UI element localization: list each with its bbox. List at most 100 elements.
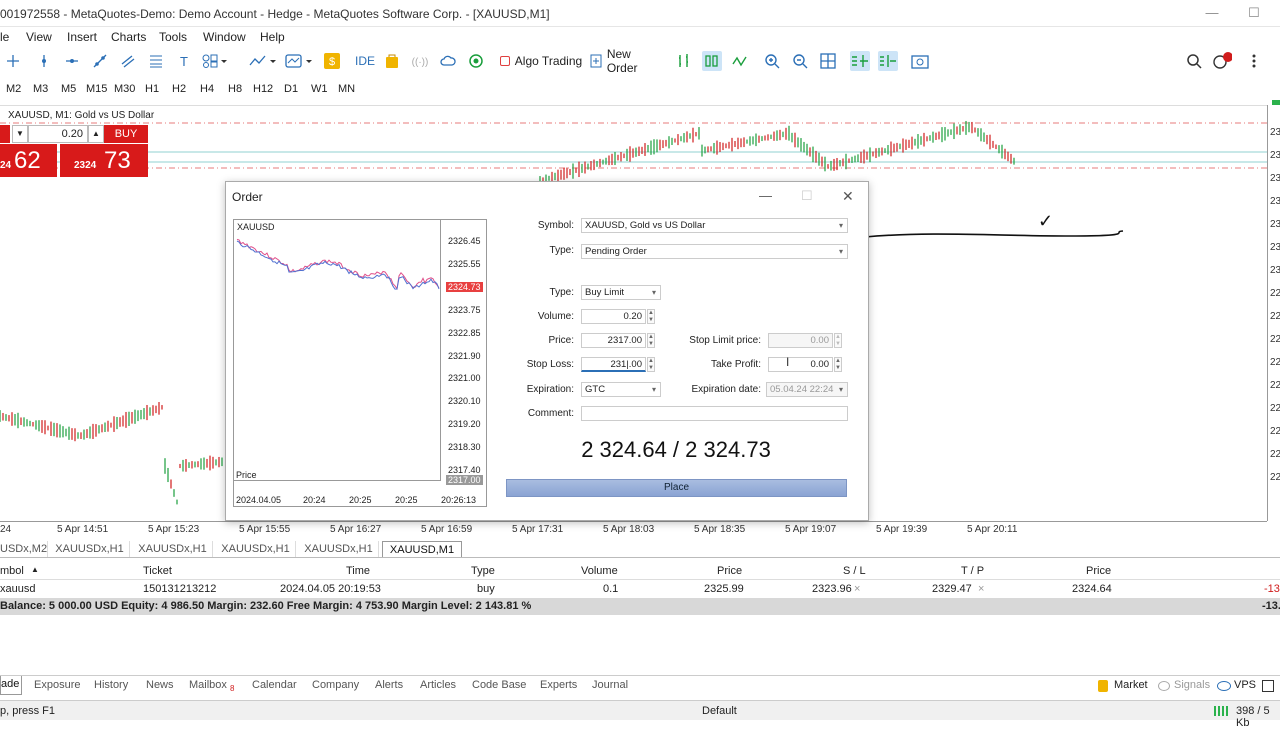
volume-input[interactable]: 0.20	[581, 309, 646, 324]
menu-window[interactable]: Window	[203, 30, 246, 44]
menu-charts[interactable]: Charts	[111, 30, 146, 44]
chart-tab-active[interactable]: XAUUSD,M1	[382, 541, 462, 557]
trendline-icon[interactable]	[90, 51, 110, 71]
timeframe-h2[interactable]: H2	[172, 83, 186, 95]
trade-row[interactable]: xauusd 150131213212 2024.04.05 20:19:53 …	[0, 580, 1280, 598]
timeframe-h1[interactable]: H1	[145, 83, 159, 95]
stop-limit-spinner[interactable]: ▲ ▼	[834, 333, 842, 348]
price-spinner[interactable]: ▲ ▼	[647, 333, 655, 348]
take-profit-input[interactable]: 0.00	[768, 357, 833, 372]
timeframe-w1[interactable]: W1	[311, 83, 328, 95]
tab-alerts[interactable]: Alerts	[375, 679, 403, 691]
sell-price-box[interactable]: 24 62	[0, 144, 57, 177]
menu-help[interactable]: Help	[260, 30, 285, 44]
price-input[interactable]: 2317.00	[581, 333, 646, 348]
signal-icon[interactable]: ((·))	[410, 51, 430, 71]
buy-price-box[interactable]: 2324 73	[60, 144, 148, 177]
minimize-button[interactable]: —	[1204, 5, 1220, 21]
remove-sl-icon[interactable]: ×	[854, 583, 860, 595]
auto-scroll-icon[interactable]	[850, 51, 870, 71]
chart-tab[interactable]: XAUUSDx,H1	[50, 541, 130, 557]
stop-loss-spinner[interactable]: ▲ ▼	[647, 357, 655, 372]
notifications-icon[interactable]	[1212, 51, 1232, 71]
header-ticket[interactable]: Ticket	[143, 565, 172, 577]
line-chart-icon[interactable]	[730, 51, 750, 71]
dialog-close-button[interactable]: ✕	[842, 188, 854, 205]
shapes-icon[interactable]	[200, 51, 230, 71]
tab-trade-active[interactable]: ade	[0, 676, 22, 695]
dialog-minimize-button[interactable]: —	[759, 188, 772, 203]
buy-button[interactable]: BUY	[104, 125, 148, 143]
header-sl[interactable]: S / L	[843, 565, 866, 577]
comment-input[interactable]	[581, 406, 848, 421]
stop-loss-input[interactable]: 231|.00	[581, 357, 646, 372]
timeframe-m30[interactable]: M30	[114, 83, 135, 95]
tab-exposure[interactable]: Exposure	[34, 679, 80, 691]
chart-tab[interactable]: USDx,M2	[0, 541, 48, 557]
fibonacci-icon[interactable]	[146, 51, 166, 71]
timeframe-h8[interactable]: H8	[228, 83, 242, 95]
stop-limit-input[interactable]: 0.00	[768, 333, 833, 348]
vps-link[interactable]: VPS	[1234, 679, 1256, 691]
signals-link[interactable]: Signals	[1174, 679, 1210, 691]
chart-shift-icon[interactable]	[878, 51, 898, 71]
tile-windows-icon[interactable]	[818, 51, 838, 71]
screenshot-icon[interactable]	[910, 51, 930, 71]
candlestick-chart-icon[interactable]	[702, 51, 722, 71]
timeframe-m3[interactable]: M3	[33, 83, 48, 95]
timeframe-m2[interactable]: M2	[6, 83, 21, 95]
place-button[interactable]: Place	[506, 479, 847, 497]
symbol-select[interactable]: XAUUSD, Gold vs US Dollar ▾	[581, 218, 848, 233]
menu-view[interactable]: View	[26, 30, 52, 44]
expiration-date-input[interactable]: 05.04.24 22:24 ▾	[766, 382, 848, 397]
tab-journal[interactable]: Journal	[592, 679, 628, 691]
ide-button[interactable]: IDE	[354, 51, 376, 71]
take-profit-spinner[interactable]: ▲ ▼	[834, 357, 842, 372]
order-kind-select[interactable]: Pending Order ▾	[581, 244, 848, 259]
timeframe-m15[interactable]: M15	[86, 83, 107, 95]
search-icon[interactable]	[1184, 51, 1204, 71]
chart-tab[interactable]: XAUUSDx,H1	[133, 541, 213, 557]
tab-news[interactable]: News	[146, 679, 174, 691]
tab-company[interactable]: Company	[312, 679, 359, 691]
horizontal-line-icon[interactable]	[62, 51, 82, 71]
chart-tab[interactable]: XAUUSDx,H1	[299, 541, 379, 557]
zoom-out-icon[interactable]	[790, 51, 810, 71]
header-time[interactable]: Time	[346, 565, 370, 577]
header-current-price[interactable]: Price	[1086, 565, 1111, 577]
maximize-button[interactable]: ☐	[1246, 5, 1262, 21]
dialog-maximize-button[interactable]: ☐	[801, 188, 813, 204]
pending-type-select[interactable]: Buy Limit ▾	[581, 285, 661, 300]
new-order-button[interactable]: New Order	[590, 47, 664, 75]
toolbox-toggle-icon[interactable]	[1262, 680, 1274, 692]
vertical-line-icon[interactable]	[34, 51, 54, 71]
more-icon[interactable]	[1244, 51, 1264, 71]
header-price[interactable]: Price	[717, 565, 742, 577]
tab-code-base[interactable]: Code Base	[472, 679, 526, 691]
market-link[interactable]: Market	[1114, 679, 1148, 691]
tab-calendar[interactable]: Calendar	[252, 679, 297, 691]
text-tool-icon[interactable]: T	[174, 51, 194, 71]
one-click-volume-input[interactable]: 0.20	[28, 125, 88, 143]
timeframe-h12[interactable]: H12	[253, 83, 273, 95]
templates-icon[interactable]	[284, 51, 314, 71]
remove-tp-icon[interactable]: ×	[978, 583, 984, 595]
crosshair-icon[interactable]	[3, 51, 23, 71]
timeframe-mn[interactable]: MN	[338, 83, 355, 95]
timeframe-h4[interactable]: H4	[200, 83, 214, 95]
chart-tab[interactable]: XAUUSDx,H1	[216, 541, 296, 557]
tab-articles[interactable]: Articles	[420, 679, 456, 691]
header-volume[interactable]: Volume	[581, 565, 618, 577]
cloud-icon[interactable]	[438, 51, 458, 71]
vps-globe-icon[interactable]	[466, 51, 486, 71]
volume-decrease-button[interactable]: ▼	[12, 125, 28, 143]
market-dollar-icon[interactable]: $	[322, 51, 342, 71]
zoom-in-icon[interactable]	[762, 51, 782, 71]
timeframe-d1[interactable]: D1	[284, 83, 298, 95]
menu-insert[interactable]: Insert	[67, 30, 97, 44]
volume-spinner[interactable]: ▲ ▼	[647, 309, 655, 324]
indicators-icon[interactable]	[248, 51, 278, 71]
volume-increase-button[interactable]: ▲	[88, 125, 104, 143]
timeframe-m5[interactable]: M5	[61, 83, 76, 95]
market-bag-icon[interactable]	[382, 51, 402, 71]
